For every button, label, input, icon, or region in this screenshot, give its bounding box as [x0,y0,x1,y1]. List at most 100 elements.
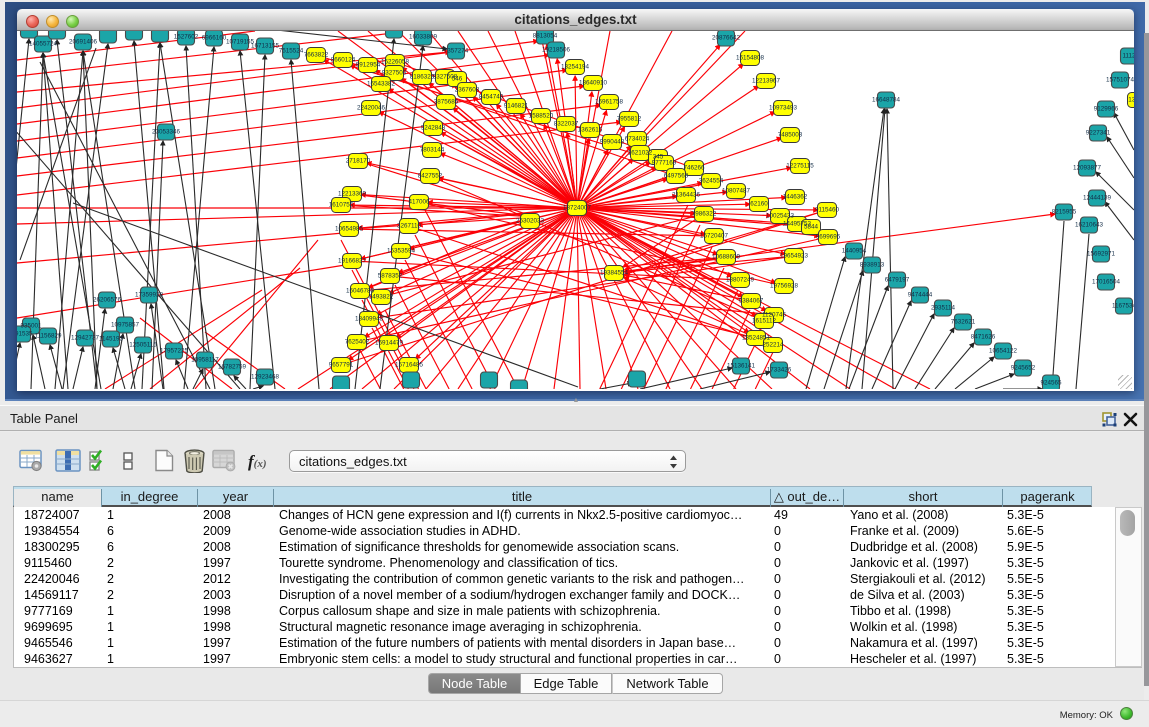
svg-text:9227341: 9227341 [1086,130,1111,137]
svg-text:2718170: 2718170 [346,158,371,165]
svg-text:252214: 252214 [762,342,784,349]
svg-text:9474444: 9474444 [908,292,933,299]
svg-text:10807487: 10807487 [722,188,751,195]
svg-text:1527602: 1527602 [174,34,199,41]
svg-text:20691406: 20691406 [69,39,98,46]
svg-text:8215955: 8215955 [1052,209,1077,216]
svg-text:9699695: 9699695 [816,234,841,241]
svg-text:9327503: 9327503 [382,70,407,77]
svg-text:15751074: 15751074 [1106,77,1134,84]
svg-text:7986322: 7986322 [692,211,717,218]
svg-text:1610755: 1610755 [329,202,354,209]
svg-text:16713155: 16713155 [251,43,280,50]
svg-text:15226058: 15226058 [381,59,410,66]
svg-text:12942737: 12942737 [71,335,100,342]
svg-text:7632621: 7632621 [951,319,976,326]
svg-text:3875685: 3875685 [434,99,459,106]
svg-text:7485003: 7485003 [778,132,803,139]
svg-text:1446362: 1446362 [783,194,808,201]
svg-text:10958117: 10958117 [191,357,219,364]
svg-text:17359928: 17359928 [135,292,164,299]
svg-text:9115460: 9115460 [815,207,840,214]
svg-text:22420046: 22420046 [357,105,386,112]
svg-text:991535: 991535 [17,331,33,338]
svg-text:8427552: 8427552 [418,173,443,180]
svg-text:15353594: 15353594 [387,248,416,255]
svg-text:5878352: 5878352 [378,273,403,280]
svg-text:10654122: 10654122 [989,348,1018,355]
svg-text:12505115: 12505115 [129,342,157,349]
svg-text:62160: 62160 [750,201,768,208]
svg-text:9384067: 9384067 [739,298,764,305]
svg-text:7515524: 7515524 [279,48,304,55]
svg-text:16154808: 16154808 [736,55,765,62]
svg-text:12213967: 12213967 [752,78,781,85]
svg-text:8813054: 8813054 [533,33,558,40]
svg-text:14055724: 14055724 [29,41,58,48]
svg-text:13524851: 13524851 [742,335,771,342]
svg-text:9242848: 9242848 [421,125,446,132]
svg-text:1145193: 1145193 [99,336,124,343]
svg-text:10975857: 10975857 [111,322,140,329]
svg-text:12275115: 12275115 [786,163,814,170]
svg-text:1621022: 1621022 [628,150,653,157]
svg-text:7663822: 7663822 [304,52,329,59]
svg-text:17957225: 17957225 [160,348,189,355]
svg-text:9777169: 9777169 [652,160,677,167]
svg-text:3624554: 3624554 [699,178,724,185]
svg-text:9146821: 9146821 [504,103,529,110]
svg-text:10973493: 10973493 [769,105,798,112]
svg-text:7625402: 7625402 [345,339,370,346]
svg-text:924565: 924565 [1040,380,1062,387]
svg-text:1362615: 1362615 [578,127,603,134]
svg-text:8186323: 8186323 [410,74,435,81]
svg-text:26206576: 26206576 [93,297,122,304]
svg-text:7955812: 7955812 [617,116,642,123]
svg-text:8322037: 8322037 [554,121,579,128]
svg-text:16648784: 16648784 [872,97,901,104]
svg-text:6497568: 6497568 [664,173,689,180]
svg-text:12093877: 12093877 [1073,165,1102,172]
svg-text:9990448: 9990448 [600,139,625,146]
svg-text:10654985: 10654985 [335,226,364,233]
svg-text:18807249: 18807249 [726,277,755,284]
svg-text:13325: 13325 [1128,97,1134,104]
svg-text:10025433: 10025433 [766,213,795,220]
svg-text:1112: 1112 [1122,53,1134,60]
svg-text:746266: 746266 [683,165,705,172]
svg-text:1615112: 1615112 [752,318,777,325]
svg-text:8912954: 8912954 [356,62,381,69]
svg-text:2935114: 2935114 [931,305,956,312]
svg-text:935001: 935001 [20,323,42,330]
svg-text:8660124: 8660124 [331,57,356,64]
svg-text:417006: 417006 [408,199,430,206]
svg-text:6734024: 6734024 [625,136,650,143]
svg-text:12444139: 12444139 [1083,195,1112,202]
svg-text:7803144: 7803144 [420,147,445,154]
svg-text:16782759: 16782759 [218,364,247,371]
svg-text:21364436: 21364436 [672,192,701,199]
svg-text:19218506: 19218506 [542,47,571,54]
svg-text:16210643: 16210643 [1075,222,1104,229]
svg-text:15720407: 15720407 [700,233,729,240]
svg-text:19166827: 19166827 [338,258,367,265]
svg-text:18724007: 18724007 [563,205,592,212]
svg-text:1167534: 1167534 [1112,303,1134,310]
svg-text:12213369: 12213369 [338,191,367,198]
svg-text:546: 546 [452,76,463,83]
svg-text:16033809: 16033809 [409,34,438,41]
svg-text:15716485: 15716485 [395,362,424,369]
svg-text:15136141: 15136141 [727,363,756,370]
svg-text:1588520: 1588520 [529,113,554,120]
svg-text:12923468: 12923468 [251,374,280,381]
svg-text:9245652: 9245652 [1011,365,1036,372]
svg-text:15692971: 15692971 [1087,251,1116,258]
svg-text:16961758: 16961758 [595,99,624,106]
svg-text:18640910: 18640910 [579,80,608,87]
svg-text:1733426: 1733426 [767,367,792,374]
svg-text:18409948: 18409948 [355,316,384,323]
svg-text:6966160: 6966160 [202,35,227,42]
svg-text:25302033: 25302033 [516,218,545,225]
svg-text:19654923: 19654923 [780,253,809,260]
svg-text:17016504: 17016504 [1092,279,1121,286]
